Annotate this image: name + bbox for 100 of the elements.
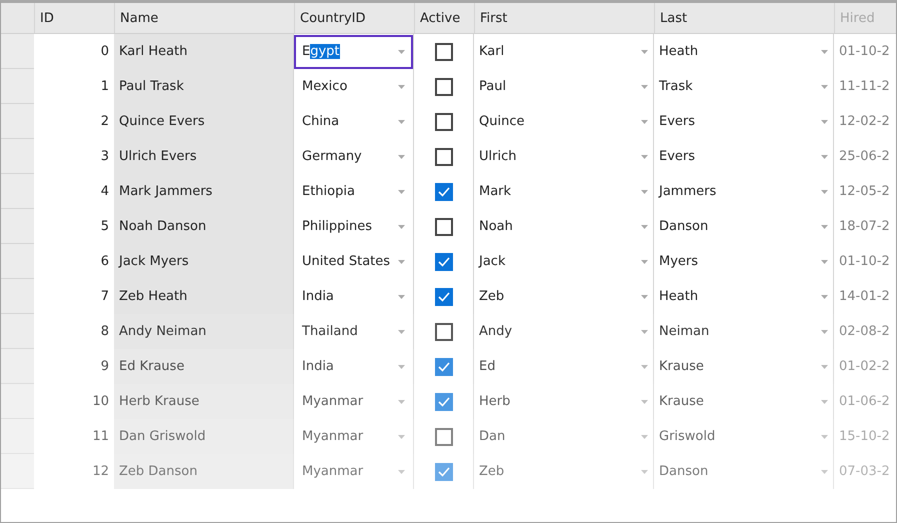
column-header[interactable]: Name xyxy=(114,3,294,33)
table-cell-text: Herb xyxy=(479,394,512,409)
dropdown-arrow-icon[interactable] xyxy=(641,330,648,334)
dropdown-arrow-icon[interactable] xyxy=(641,260,648,264)
checkbox[interactable] xyxy=(434,288,452,306)
table-cell-text: 14-01-2 xyxy=(839,289,891,304)
table-cell-text: Trask xyxy=(659,79,694,94)
country-text: Myanmar xyxy=(302,429,364,444)
country-text: Philippines xyxy=(302,219,374,234)
dropdown-arrow-icon[interactable] xyxy=(398,294,405,298)
checkbox[interactable] xyxy=(434,148,452,166)
row-header[interactable] xyxy=(1,314,34,349)
table-cell: Paul Trask xyxy=(114,69,294,104)
dropdown-arrow-icon[interactable] xyxy=(398,470,405,474)
checkbox[interactable] xyxy=(434,42,452,60)
row-header[interactable] xyxy=(1,69,34,104)
dropdown-arrow-icon[interactable] xyxy=(398,260,405,264)
table-cell-text: Evers xyxy=(659,149,696,164)
row-header[interactable] xyxy=(1,209,34,244)
row-header[interactable] xyxy=(1,279,34,314)
dropdown-arrow-icon[interactable] xyxy=(398,400,405,404)
table-cell-text: 25-06-2 xyxy=(839,149,891,164)
table-cell-text: 3 xyxy=(100,148,110,166)
table-cell-text: Krause xyxy=(659,394,705,409)
table-cell-text: Evers xyxy=(659,114,696,129)
checkbox[interactable] xyxy=(434,252,452,270)
country-text: China xyxy=(302,114,340,129)
table-cell-text: Danson xyxy=(659,464,710,479)
row-header[interactable] xyxy=(1,34,34,69)
country-text: Myanmar xyxy=(302,394,364,409)
dropdown-arrow-icon[interactable] xyxy=(641,470,648,474)
row-header[interactable] xyxy=(1,384,34,419)
checkbox[interactable] xyxy=(434,428,452,446)
dropdown-arrow-icon[interactable] xyxy=(821,260,828,264)
country-text: United States xyxy=(302,254,392,269)
checkbox[interactable] xyxy=(434,78,452,96)
checkbox[interactable] xyxy=(434,462,452,480)
dropdown-arrow-icon[interactable] xyxy=(821,190,828,194)
country-text: Egypt xyxy=(302,44,341,59)
dropdown-arrow-icon[interactable] xyxy=(641,120,648,124)
table-cell-text: 01-10-2 xyxy=(839,44,891,59)
table-cell-text: Myers xyxy=(659,254,700,269)
dropdown-arrow-icon[interactable] xyxy=(641,294,648,298)
checkbox[interactable] xyxy=(434,358,452,376)
dropdown-arrow-icon[interactable] xyxy=(398,50,405,54)
row-header[interactable] xyxy=(1,174,34,209)
dropdown-arrow-icon[interactable] xyxy=(398,330,405,334)
table-cell-text: 7 xyxy=(100,288,110,306)
dropdown-arrow-icon[interactable] xyxy=(641,364,648,368)
checkbox[interactable] xyxy=(434,182,452,200)
table-cell-text: 01-02-2 xyxy=(839,359,891,374)
dropdown-arrow-icon[interactable] xyxy=(641,190,648,194)
dropdown-arrow-icon[interactable] xyxy=(821,330,828,334)
dropdown-arrow-icon[interactable] xyxy=(641,84,648,88)
row-header[interactable] xyxy=(1,139,34,174)
row-header[interactable] xyxy=(1,419,34,454)
dropdown-arrow-icon[interactable] xyxy=(641,434,648,438)
dropdown-arrow-icon[interactable] xyxy=(398,224,405,228)
row-header[interactable] xyxy=(1,104,34,139)
column-header[interactable]: CountryID xyxy=(294,3,414,33)
table-cell: Ulrich Evers xyxy=(114,139,294,174)
table-cell-text: Zeb xyxy=(479,289,506,304)
checkbox[interactable] xyxy=(434,112,452,130)
dropdown-arrow-icon[interactable] xyxy=(398,154,405,158)
dropdown-arrow-icon[interactable] xyxy=(821,154,828,158)
dropdown-arrow-icon[interactable] xyxy=(821,434,828,438)
table-cell-text: 12-02-2 xyxy=(839,114,891,129)
dropdown-arrow-icon[interactable] xyxy=(821,50,828,54)
dropdown-arrow-icon[interactable] xyxy=(821,224,828,228)
dropdown-arrow-icon[interactable] xyxy=(398,84,405,88)
dropdown-arrow-icon[interactable] xyxy=(641,400,648,404)
dropdown-arrow-icon[interactable] xyxy=(821,364,828,368)
dropdown-arrow-icon[interactable] xyxy=(821,400,828,404)
checkbox[interactable] xyxy=(434,392,452,410)
dropdown-arrow-icon[interactable] xyxy=(821,84,828,88)
table-cell-text: 8 xyxy=(100,323,110,341)
dropdown-arrow-icon[interactable] xyxy=(641,224,648,228)
table-cell: Zeb Danson xyxy=(114,454,294,489)
dropdown-arrow-icon[interactable] xyxy=(398,434,405,438)
row-header[interactable] xyxy=(1,244,34,279)
dropdown-arrow-icon[interactable] xyxy=(398,364,405,368)
dropdown-arrow-icon[interactable] xyxy=(821,120,828,124)
checkbox[interactable] xyxy=(434,322,452,340)
dropdown-arrow-icon[interactable] xyxy=(821,294,828,298)
row-header[interactable] xyxy=(1,349,34,384)
table-cell-text: 10 xyxy=(91,393,110,411)
dropdown-arrow-icon[interactable] xyxy=(821,470,828,474)
dropdown-arrow-icon[interactable] xyxy=(398,190,405,194)
table-cell-text: Danson xyxy=(659,219,710,234)
dropdown-arrow-icon[interactable] xyxy=(641,50,648,54)
column-header[interactable]: Active xyxy=(414,3,474,33)
column-header[interactable]: First xyxy=(474,3,654,33)
column-header[interactable]: ID xyxy=(34,3,114,33)
country-text: India xyxy=(302,289,335,304)
dropdown-arrow-icon[interactable] xyxy=(641,154,648,158)
table-cell: Ed Krause xyxy=(114,349,294,384)
country-combo-editor[interactable]: Egypt xyxy=(294,34,413,68)
checkbox[interactable] xyxy=(434,218,452,236)
column-header[interactable]: Last xyxy=(654,3,834,33)
dropdown-arrow-icon[interactable] xyxy=(398,120,405,124)
